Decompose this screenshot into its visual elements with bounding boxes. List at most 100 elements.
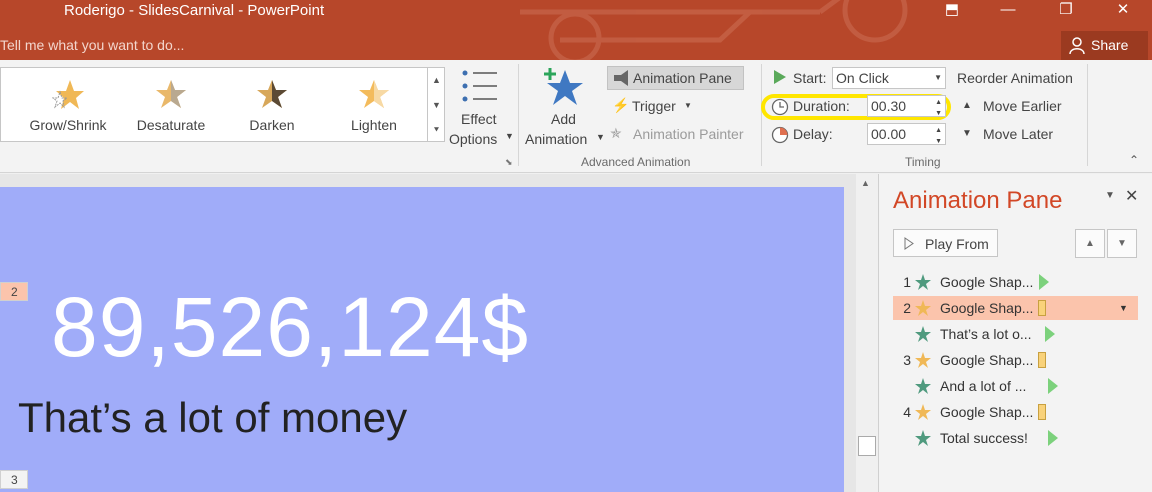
share-label: Share [1091, 37, 1129, 53]
entrance-star-icon [915, 430, 931, 446]
entrance-star-icon [915, 378, 931, 394]
ribbon-display-options-button[interactable]: ⬒ [929, 0, 975, 22]
gallery-label: Grow/Shrink [29, 117, 107, 133]
move-later-label: Move Later [983, 126, 1054, 142]
move-later-button[interactable]: ▼ Move Later [962, 126, 1077, 146]
animation-item-number: 4 [903, 404, 911, 420]
animation-painter-button[interactable]: ✯ Animation Painter [610, 124, 755, 146]
slide-subtitle[interactable]: That’s a lot of money [18, 395, 407, 441]
gallery-item-lighten[interactable]: Lighten [324, 68, 424, 142]
group-separator [1087, 64, 1088, 166]
start-label: Start: [793, 70, 827, 86]
emphasis-star-icon [915, 404, 931, 420]
collapse-ribbon-icon[interactable]: ⌃ [1129, 153, 1139, 167]
pane-options-icon[interactable]: ▼ [1105, 190, 1115, 201]
animation-item[interactable]: 4 Google Shap... [893, 400, 1138, 424]
slide-big-number[interactable]: 89,526,124$ [51, 285, 529, 369]
spin-down-icon[interactable]: ▼ [935, 132, 942, 152]
group-separator [518, 64, 519, 166]
tell-me-search[interactable]: Tell me what you want to do... [0, 37, 184, 53]
animation-pane-button[interactable]: Animation Pane [607, 66, 744, 90]
chevron-down-icon: ▼ [934, 73, 942, 82]
scroll-up-icon[interactable]: ▲ [861, 178, 870, 188]
entrance-star-icon [915, 274, 931, 290]
delay-value: 00.00 [871, 126, 907, 142]
move-earlier-button[interactable]: ▲ Move Earlier [962, 98, 1077, 118]
gallery-scroll-down-icon[interactable]: ▼ [427, 93, 445, 118]
animation-item-label: Total success! [940, 430, 1028, 446]
add-animation-button[interactable]: Add Animation ▼ [522, 66, 606, 154]
animation-tag-3[interactable]: 3 [0, 470, 28, 489]
animation-item-label: Google Shap... [940, 404, 1034, 420]
gallery-scroll-up-icon[interactable]: ▲ [427, 68, 445, 93]
dialog-launcher-icon[interactable]: ⬊ [505, 157, 513, 168]
animation-item-selected[interactable]: 2 Google Shap... ▼ [893, 296, 1138, 320]
gallery-item-desaturate[interactable]: Desaturate [121, 68, 221, 142]
timeline-bar [1048, 378, 1058, 394]
trigger-button[interactable]: ⚡ Trigger ▼ [610, 96, 700, 118]
animation-item[interactable]: 1 Google Shap... [893, 270, 1138, 294]
play-from-label: Play From [925, 236, 989, 252]
timeline-bar [1048, 430, 1058, 446]
effect-options-label-2: Options [449, 131, 498, 147]
animation-item[interactable]: And a lot of ... [893, 374, 1138, 398]
trigger-label: Trigger [632, 98, 676, 114]
painter-star-icon: ✯ [610, 125, 622, 141]
close-button[interactable]: ✕ [1100, 0, 1146, 22]
maximize-button[interactable]: ❐ [1043, 0, 1089, 22]
entrance-star-icon [915, 326, 931, 342]
animation-item[interactable]: Total success! [893, 426, 1138, 450]
close-icon[interactable]: ✕ [1125, 186, 1138, 206]
darken-star-icon [257, 80, 287, 108]
minimize-button[interactable]: — [985, 0, 1031, 22]
play-from-button[interactable]: Play From [893, 229, 998, 257]
slide-scrollbar[interactable]: ▲ [856, 174, 878, 492]
add-animation-label-1: Add [551, 111, 576, 127]
animation-item[interactable]: 3 Google Shap... [893, 348, 1138, 372]
animation-item[interactable]: That’s a lot o... [893, 322, 1138, 346]
gallery-more-icon[interactable]: ⯆ [427, 118, 445, 142]
add-star-icon [544, 68, 583, 105]
group-label-advanced-animation: Advanced Animation [581, 155, 691, 169]
animation-pane-label: Animation Pane [633, 70, 732, 86]
animation-item-label: That’s a lot o... [940, 326, 1032, 342]
start-play-icon [774, 70, 786, 84]
chevron-down-icon[interactable]: ▼ [1119, 296, 1128, 320]
animation-item-number: 1 [903, 274, 911, 290]
animation-item-number: 3 [903, 352, 911, 368]
duration-label: Duration: [793, 98, 850, 114]
animation-item-label: And a lot of ... [940, 378, 1027, 394]
start-dropdown[interactable]: On Click ▼ [832, 67, 946, 89]
timeline-bar [1039, 274, 1049, 290]
gallery-label: Desaturate [136, 117, 206, 133]
effect-options-button[interactable]: Effect Options ▼ [449, 68, 514, 152]
grow-shrink-star-icon [52, 80, 84, 109]
move-earlier-label: Move Earlier [983, 98, 1062, 114]
timeline-bar [1045, 326, 1055, 342]
timeline-bar [1038, 352, 1046, 368]
animation-tag-2[interactable]: 2 [0, 282, 28, 301]
animation-pane-title: Animation Pane [893, 187, 1063, 214]
chevron-down-icon: ▼ [505, 131, 514, 141]
play-icon [904, 237, 914, 250]
delay-label: Delay: [793, 126, 833, 142]
gallery-item-darken[interactable]: Darken [222, 68, 322, 142]
gallery-label: Darken [249, 117, 295, 133]
arrow-down-icon: ▼ [962, 128, 972, 139]
delay-clock-icon [771, 126, 789, 144]
slide-canvas[interactable]: 89,526,124$ That’s a lot of money [0, 187, 844, 492]
share-button[interactable]: Share [1061, 31, 1148, 60]
scrollbar-thumb[interactable] [858, 436, 876, 456]
animation-item-number: 2 [903, 300, 911, 316]
animation-item-label: Google Shap... [940, 352, 1034, 368]
desaturate-star-icon [156, 80, 186, 108]
lighten-star-icon [359, 80, 389, 108]
move-down-icon[interactable]: ▼ [1107, 229, 1137, 258]
move-up-icon[interactable]: ▲ [1075, 229, 1105, 258]
delay-spinner[interactable]: 00.00 ▲ ▼ [867, 123, 946, 145]
title-bar: Roderigo - SlidesCarnival - PowerPoint T… [0, 0, 1152, 60]
duration-spinner[interactable]: 00.30 ▲ ▼ [867, 95, 946, 117]
gallery-item-grow-shrink[interactable]: Grow/Shrink [18, 68, 118, 142]
reorder-animation-title: Reorder Animation [957, 70, 1073, 86]
animation-item-label: Google Shap... [940, 274, 1034, 290]
